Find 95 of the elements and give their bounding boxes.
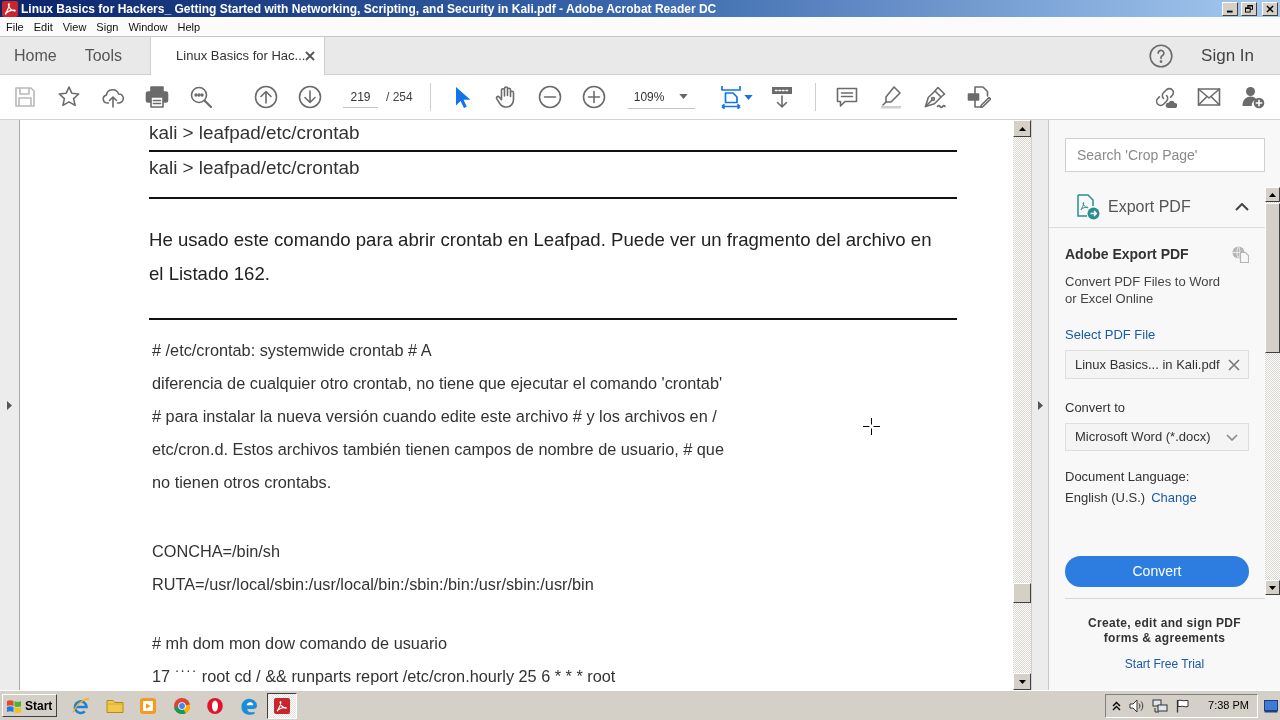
zoom-in-icon[interactable] bbox=[581, 85, 606, 109]
menu-item[interactable]: Window bbox=[123, 17, 173, 36]
chevron-up-icon[interactable] bbox=[1112, 700, 1122, 711]
triangle-down-icon bbox=[1018, 679, 1026, 684]
command-text: kali > leafpad/etc/crontab bbox=[149, 122, 360, 144]
chevron-up-icon[interactable] bbox=[1235, 203, 1249, 211]
restore-button[interactable] bbox=[1241, 1, 1257, 16]
change-link[interactable]: Change bbox=[1151, 489, 1197, 506]
desktop-icon[interactable] bbox=[1264, 698, 1278, 713]
close-button[interactable] bbox=[1262, 1, 1278, 16]
language-value: English (U.S.) bbox=[1065, 489, 1146, 506]
scroll-up-button[interactable] bbox=[1265, 187, 1280, 202]
search-icon[interactable] bbox=[189, 85, 213, 109]
listing-line: RUTA=/usr/local/sbin:/usr/local/bin:/sbin:/bin:/usr/sbin:/usr/bin bbox=[152, 574, 594, 595]
select-file-link[interactable]: Select PDF File bbox=[1065, 326, 1156, 343]
close-icon[interactable] bbox=[305, 51, 316, 61]
menu-item[interactable]: View bbox=[57, 17, 92, 36]
menu-item[interactable]: File bbox=[1, 17, 29, 36]
menu-item[interactable]: Sign bbox=[91, 17, 124, 36]
document-export-icon bbox=[1076, 194, 1100, 220]
triangle-down-icon bbox=[1269, 585, 1276, 590]
link-icon[interactable] bbox=[1153, 85, 1177, 109]
add-user-icon[interactable] bbox=[1241, 85, 1265, 109]
document-tab[interactable]: Linux Basics for Hac... bbox=[150, 37, 326, 75]
search-field[interactable]: Search 'Crop Page' bbox=[1065, 138, 1265, 172]
arrow-up-circle-icon[interactable] bbox=[254, 85, 278, 109]
speaker-icon[interactable] bbox=[1129, 698, 1145, 713]
expand-arrow-icon[interactable] bbox=[7, 400, 12, 410]
listing-line: no tienen otros crontabs. bbox=[152, 472, 332, 493]
round-logo-icon bbox=[172, 696, 191, 715]
mail-icon[interactable] bbox=[1197, 85, 1221, 109]
minimize-button[interactable] bbox=[1222, 1, 1238, 16]
sign-in-button[interactable]: Sign In bbox=[1173, 37, 1280, 74]
network-icon[interactable] bbox=[1152, 698, 1169, 713]
fit-page-icon[interactable] bbox=[718, 85, 743, 109]
zoom-dropdown[interactable]: 109% bbox=[627, 85, 695, 109]
promo-text: Create, edit and sign PDF forms & agreements bbox=[1087, 616, 1242, 646]
comment-icon[interactable] bbox=[834, 85, 859, 109]
flag-icon[interactable] bbox=[1176, 698, 1191, 713]
panel-heading: Adobe Export PDF bbox=[1065, 245, 1189, 264]
window-title: Linux Basics for Hackers_ Getting Started with Networking, Scripting, and Security in Kali.pdf - Adobe Acrobat Reader DC bbox=[21, 0, 717, 17]
document-edit-icon[interactable] bbox=[966, 85, 991, 109]
listing-line: # para instalar la nueva versión cuando edite este archivo # y los archivos en / bbox=[152, 406, 717, 427]
help-icon[interactable] bbox=[1149, 43, 1174, 68]
star-icon[interactable] bbox=[57, 85, 81, 109]
close-icon bbox=[1266, 4, 1274, 13]
pdf-icon bbox=[273, 696, 292, 715]
scroll-down-button[interactable] bbox=[1265, 580, 1280, 595]
triangle-up-icon bbox=[1269, 192, 1276, 197]
triangle-up-icon bbox=[1018, 126, 1026, 131]
play-tile-icon bbox=[139, 696, 158, 715]
scroll-down-button[interactable] bbox=[1013, 673, 1031, 690]
file-field[interactable]: Linux Basics... in Kali.pdf bbox=[1065, 350, 1249, 379]
flag-logo-icon bbox=[6, 698, 22, 713]
taskbar-button[interactable] bbox=[267, 692, 298, 719]
command-text: kali > leafpad/etc/crontab bbox=[149, 157, 360, 179]
zoom-out-icon[interactable] bbox=[537, 85, 562, 109]
panel-description: Convert PDF Files to Word or Excel Online bbox=[1065, 273, 1222, 307]
menu-item[interactable]: Help bbox=[172, 17, 206, 36]
field-label: Document Language: bbox=[1065, 468, 1190, 485]
caret-icon[interactable] bbox=[743, 94, 753, 100]
restore-icon bbox=[1245, 4, 1253, 13]
listing-line: diferencia de cualquier otro crontab, no tiene que ejecutar el comando 'crontab' bbox=[152, 373, 723, 394]
highlighter-icon[interactable] bbox=[878, 85, 903, 109]
start-button[interactable]: Start bbox=[2, 694, 58, 717]
page-total: / 254 bbox=[386, 89, 413, 106]
format-dropdown[interactable]: Microsoft Word (*.docx) bbox=[1065, 423, 1249, 451]
chevron-down-icon bbox=[1226, 433, 1238, 441]
crosshair-cursor-icon bbox=[863, 418, 880, 435]
scrollbar-thumb[interactable] bbox=[1013, 583, 1031, 603]
menu-item[interactable]: Edit bbox=[28, 17, 58, 36]
convert-button[interactable]: Convert bbox=[1065, 556, 1249, 587]
field-label: Convert to bbox=[1065, 399, 1125, 416]
listing-line: # mh dom mon dow comando de usuario bbox=[152, 633, 448, 654]
listing-line: CONCHA=/bin/sh bbox=[152, 541, 281, 562]
ring-logo-icon bbox=[206, 696, 225, 715]
clear-icon[interactable] bbox=[1228, 358, 1240, 371]
scroll-mode-icon[interactable] bbox=[769, 85, 794, 109]
print-icon[interactable] bbox=[145, 85, 169, 109]
expand-arrow-icon[interactable] bbox=[1037, 400, 1043, 410]
arrow-down-circle-icon[interactable] bbox=[298, 85, 322, 109]
scrollbar-thumb[interactable] bbox=[1265, 203, 1280, 353]
nav-tab[interactable]: Tools bbox=[70, 37, 137, 74]
browser-e-icon bbox=[72, 696, 91, 715]
wave-logo-icon bbox=[239, 696, 258, 715]
pen-nib-icon[interactable] bbox=[922, 85, 947, 109]
listing-line: 17 $^{····}$ root cd / && runparts report /etc/cron.hourly 25 6 * * * root bbox=[152, 661, 616, 687]
scroll-up-button[interactable] bbox=[1013, 120, 1031, 137]
nav-tab[interactable]: Home bbox=[0, 37, 71, 74]
paragraph-text: He usado este comando para abrir crontab en Leafpad. Puede ver un fragmento del archivo en el Listado 162. bbox=[149, 228, 933, 286]
listing-line: etc/cron.d. Estos archivos también tienen campos de nombre de usuario, # que bbox=[152, 439, 724, 460]
caret-icon bbox=[678, 94, 688, 99]
listing-line: # /etc/crontab: systemwide crontab # A bbox=[152, 340, 432, 361]
start-trial-link[interactable]: Start Free Trial bbox=[1124, 655, 1205, 673]
clock: 7:38 PM bbox=[1208, 698, 1249, 714]
